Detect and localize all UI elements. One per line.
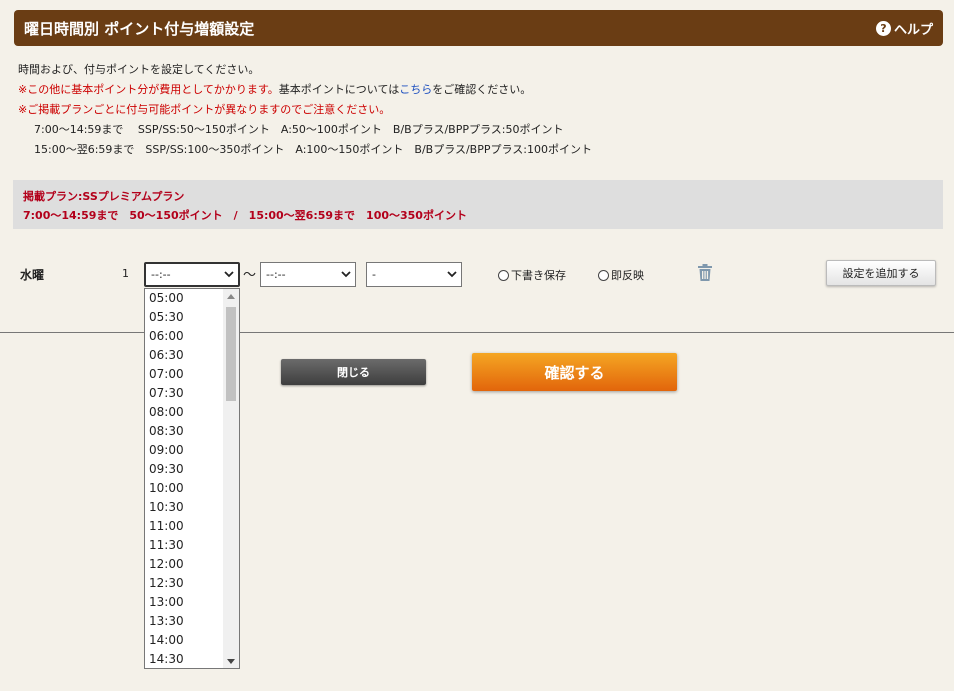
- dropdown-option[interactable]: 12:30: [149, 574, 184, 593]
- info-line-1: 時間および、付与ポイントを設定してください。: [18, 63, 260, 76]
- dropdown-option[interactable]: 14:00: [149, 631, 184, 650]
- dropdown-option[interactable]: 06:00: [149, 327, 184, 346]
- dropdown-option[interactable]: 11:30: [149, 536, 184, 555]
- chevron-down-icon: [341, 271, 351, 279]
- day-label: 水曜: [20, 268, 45, 282]
- dropdown-scrollbar[interactable]: [223, 289, 239, 668]
- help-link[interactable]: ? ヘルプ: [875, 19, 933, 38]
- radio-circle[interactable]: [598, 269, 609, 281]
- radio-draft-label: 下書き保存: [511, 269, 566, 282]
- dropdown-option[interactable]: 13:00: [149, 593, 184, 612]
- cost-note: ※この他に基本ポイント分が費用としてかかります。: [18, 83, 279, 96]
- points-select[interactable]: -: [366, 262, 462, 287]
- points-value: -: [372, 268, 376, 281]
- start-time-select[interactable]: --:--: [144, 262, 240, 287]
- dropdown-option[interactable]: 07:00: [149, 365, 184, 384]
- dropdown-option[interactable]: 05:00: [149, 289, 184, 308]
- trash-icon[interactable]: [697, 264, 713, 282]
- radio-draft-save[interactable]: 下書き保存: [498, 267, 566, 283]
- dropdown-option[interactable]: 09:00: [149, 441, 184, 460]
- dropdown-option[interactable]: 06:30: [149, 346, 184, 365]
- day-range-info: 7:00〜14:59まで SSP/SS:50〜150ポイント A:50〜100ポ…: [34, 123, 564, 136]
- start-time-value: --:--: [151, 268, 171, 281]
- basic-point-text: 基本ポイントについては: [278, 83, 400, 96]
- dropdown-option[interactable]: 08:30: [149, 422, 184, 441]
- dropdown-option[interactable]: 11:00: [149, 517, 184, 536]
- confirm-text: をご確認ください。: [432, 83, 532, 96]
- plan-name: 掲載プラン:SSプレミアムプラン: [23, 190, 185, 203]
- range-tilde: 〜: [243, 268, 257, 283]
- dropdown-option[interactable]: 09:30: [149, 460, 184, 479]
- help-label: ヘルプ: [893, 22, 933, 38]
- dropdown-option[interactable]: 10:30: [149, 498, 184, 517]
- radio-immediate[interactable]: 即反映: [598, 267, 644, 283]
- question-icon: ?: [875, 20, 891, 36]
- time-dropdown-list[interactable]: 05:00 05:30 06:00 06:30 07:00 07:30 08:00 08:30…: [144, 288, 240, 669]
- dropdown-option[interactable]: 05:30: [149, 308, 184, 327]
- radio-immediate-label: 即反映: [611, 269, 644, 282]
- info-text: 時間および、付与ポイントを設定してください。 ※この他に基本ポイント分が費用とし…: [18, 60, 592, 160]
- basic-point-link[interactable]: こちら: [399, 83, 432, 96]
- scroll-thumb[interactable]: [226, 307, 236, 401]
- radio-circle[interactable]: [498, 269, 509, 281]
- chevron-down-icon: [224, 271, 234, 279]
- page-header: 曜日時間別 ポイント付与増額設定 ? ヘルプ: [14, 10, 943, 46]
- end-time-value: --:--: [266, 268, 286, 281]
- close-button[interactable]: 閉じる: [281, 359, 426, 385]
- plan-note: ※ご掲載プランごとに付与可能ポイントが異なりますのでご注意ください。: [18, 103, 391, 116]
- dropdown-option[interactable]: 10:00: [149, 479, 184, 498]
- dropdown-option[interactable]: 13:30: [149, 612, 184, 631]
- scroll-down-icon[interactable]: [223, 654, 239, 668]
- end-time-select[interactable]: --:--: [260, 262, 356, 287]
- plan-summary: 掲載プラン:SSプレミアムプラン 7:00〜14:59まで 50〜150ポイント…: [13, 180, 943, 229]
- dropdown-option[interactable]: 08:00: [149, 403, 184, 422]
- dropdown-option[interactable]: 12:00: [149, 555, 184, 574]
- confirm-button[interactable]: 確認する: [472, 353, 677, 391]
- plan-points: 7:00〜14:59まで 50〜150ポイント / 15:00〜翌6:59まで …: [23, 209, 467, 222]
- chevron-down-icon: [447, 271, 457, 279]
- page-title: 曜日時間別 ポイント付与増額設定: [24, 19, 255, 38]
- info-line-2: ※この他に基本ポイント分が費用としてかかります。基本ポイントについてはこちらをご…: [18, 80, 592, 100]
- night-range-info: 15:00〜翌6:59まで SSP/SS:100〜350ポイント A:100〜1…: [34, 143, 592, 156]
- dropdown-option[interactable]: 07:30: [149, 384, 184, 403]
- dropdown-option[interactable]: 14:30: [149, 650, 184, 668]
- scroll-up-icon[interactable]: [223, 289, 239, 303]
- row-index: 1: [122, 267, 129, 280]
- add-setting-button[interactable]: 設定を追加する: [826, 260, 936, 286]
